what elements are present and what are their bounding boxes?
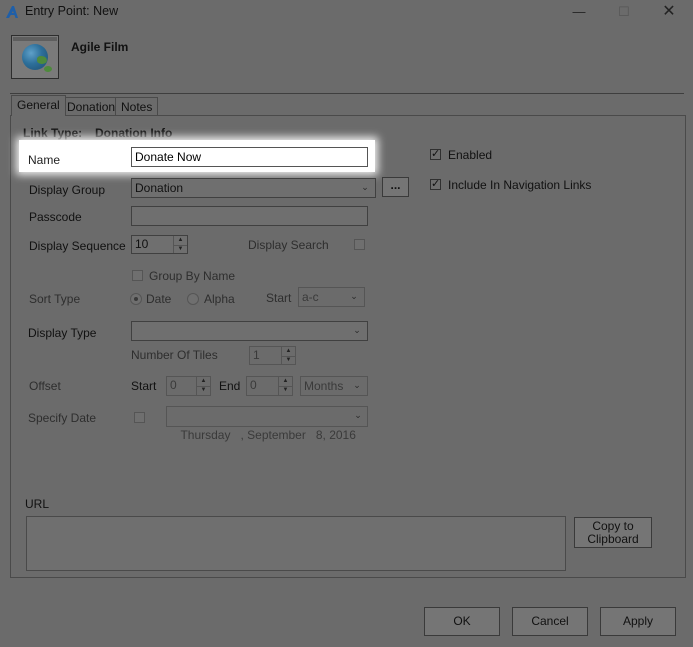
globe-icon (22, 44, 52, 72)
offset-unit-value: Months (304, 379, 344, 393)
chevron-down-icon: ⌄ (361, 182, 369, 192)
title-bar: Entry Point: New — ☐ ✕ (0, 0, 693, 23)
header-divider (10, 93, 684, 94)
number-of-tiles-value: 1 (253, 348, 260, 362)
display-group-value: Donation (135, 181, 184, 195)
display-group-select[interactable]: Donation ⌄ (131, 178, 376, 198)
sort-date-radio[interactable] (130, 293, 142, 305)
tab-general[interactable]: General (11, 95, 66, 116)
minimize-button[interactable]: — (557, 1, 601, 22)
spin-down-icon[interactable]: ▼ (279, 386, 292, 395)
passcode-input[interactable] (131, 206, 368, 226)
name-label: Name (28, 153, 61, 167)
sort-alpha-radio[interactable] (187, 293, 199, 305)
ok-button[interactable]: OK (424, 607, 500, 636)
browse-display-group-button[interactable]: ... (382, 177, 409, 197)
display-type-label: Display Type (28, 326, 97, 340)
chevron-down-icon: ⌄ (353, 380, 361, 390)
specify-date-picker[interactable]: Thursday , September 8, 2016 ⌄ (166, 406, 368, 442)
display-search-checkbox[interactable] (354, 239, 365, 250)
start-label: Start (266, 291, 292, 305)
group-by-name-checkbox[interactable] (132, 270, 143, 281)
offset-start-stepper[interactable]: 0 ▲ ▼ (166, 376, 211, 396)
spin-down-icon[interactable]: ▼ (282, 356, 295, 365)
number-of-tiles-label: Number Of Tiles (131, 348, 218, 362)
display-sequence-stepper[interactable]: 10 ▲ ▼ (131, 235, 188, 254)
display-group-label: Display Group (29, 183, 106, 197)
close-button[interactable]: ✕ (647, 1, 691, 22)
apply-button[interactable]: Apply (600, 607, 676, 636)
include-nav-checkbox[interactable]: ✓ (430, 178, 441, 190)
copy-to-clipboard-button[interactable]: Copy to Clipboard (574, 517, 652, 548)
offset-label: Offset (29, 379, 61, 393)
sort-date-label: Date (146, 292, 172, 306)
cancel-button[interactable]: Cancel (512, 607, 588, 636)
maximize-button[interactable]: ☐ (602, 1, 646, 22)
start-value: a-c (302, 290, 319, 304)
window-title: Entry Point: New (25, 4, 119, 18)
offset-unit-select[interactable]: Months ⌄ (300, 376, 368, 396)
link-type-value: Donation Info (95, 126, 173, 140)
display-sequence-label: Display Sequence (29, 239, 126, 253)
specify-date-checkbox[interactable] (134, 412, 145, 423)
include-nav-label: Include In Navigation Links (448, 178, 592, 192)
display-sequence-value: 10 (135, 237, 149, 251)
enabled-checkbox[interactable]: ✓ (430, 148, 441, 160)
offset-start-value: 0 (170, 378, 177, 392)
display-type-select[interactable]: ⌄ (131, 321, 368, 341)
specify-date-label: Specify Date (28, 411, 97, 425)
stepper-buttons[interactable]: ▲ ▼ (173, 236, 187, 253)
url-label: URL (25, 497, 50, 511)
check-icon: ✓ (431, 148, 441, 160)
app-logo-icon (6, 6, 18, 18)
group-by-name-label: Group By Name (149, 269, 236, 283)
spin-down-icon[interactable]: ▼ (174, 245, 187, 254)
sort-type-label: Sort Type (29, 292, 81, 306)
sort-alpha-label: Alpha (204, 292, 235, 306)
chevron-down-icon: ⌄ (353, 325, 361, 335)
tab-notes[interactable]: Notes (115, 97, 159, 116)
number-of-tiles-stepper[interactable]: 1 ▲ ▼ (249, 346, 296, 365)
enabled-label: Enabled (448, 148, 493, 162)
chevron-down-icon: ⌄ (350, 291, 358, 301)
calendar-icon[interactable]: ⌄ (352, 409, 364, 421)
spin-down-icon[interactable]: ▼ (197, 386, 210, 395)
date-value: Thursday , September 8, 2016 (180, 428, 356, 442)
link-type-label: Link Type: (23, 126, 83, 140)
entry-point-logo (11, 35, 59, 79)
check-icon: ✓ (431, 178, 441, 190)
tab-donation[interactable]: Donation (61, 97, 122, 116)
header-title: Agile Film (71, 40, 129, 54)
offset-end-stepper[interactable]: 0 ▲ ▼ (246, 376, 293, 396)
passcode-label: Passcode (29, 210, 82, 224)
name-input[interactable]: Donate Now (131, 147, 368, 167)
offset-end-value: 0 (250, 378, 257, 392)
url-textarea[interactable] (26, 516, 566, 571)
start-select[interactable]: a-c ⌄ (298, 287, 365, 307)
display-search-label: Display Search (248, 238, 329, 252)
offset-start-label: Start (131, 379, 157, 393)
offset-end-label: End (219, 379, 241, 393)
